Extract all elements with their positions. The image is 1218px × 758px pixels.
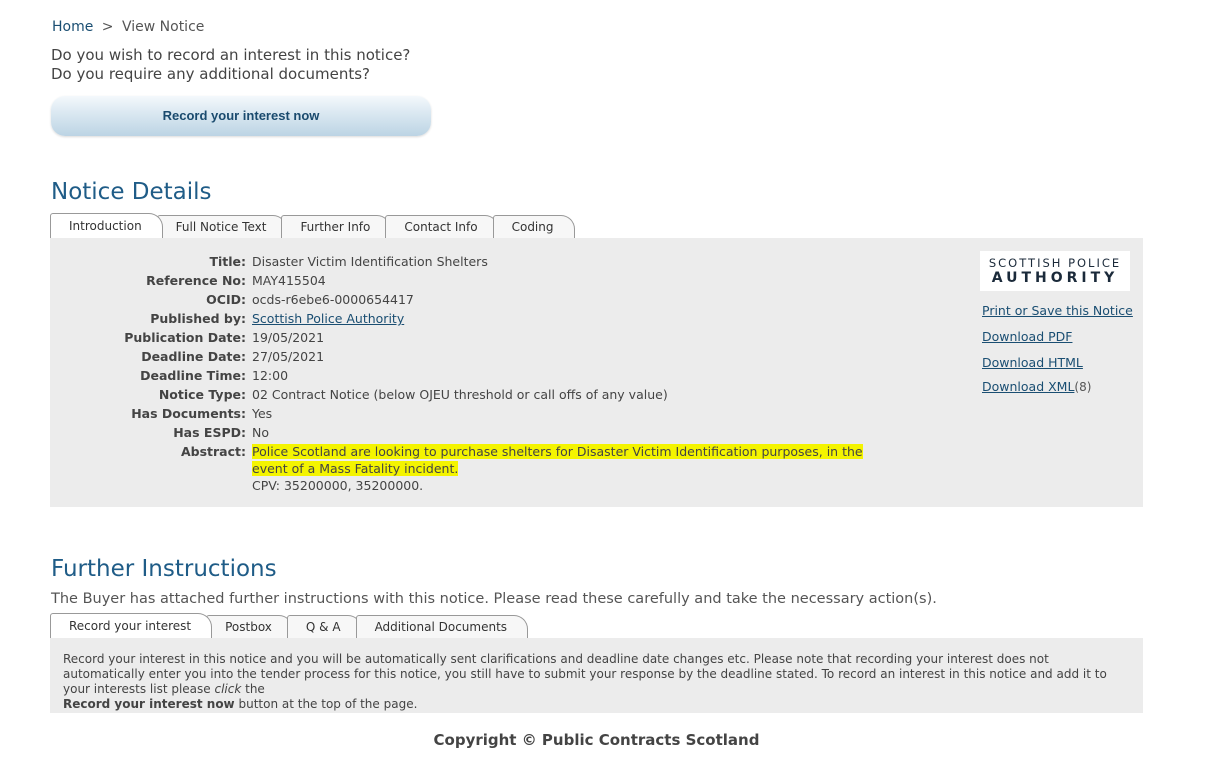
tab-coding[interactable]: Coding — [492, 215, 575, 238]
detail-label: Published by: — [150, 311, 246, 326]
xml-count: (8) — [1074, 380, 1092, 394]
detail-value: Yes — [252, 406, 273, 421]
tab-q-and-a[interactable]: Q & A — [286, 615, 362, 638]
tab-further-info[interactable]: Further Info — [281, 215, 392, 238]
further-instructions-tabs: Record your interest Postbox Q & A Addit… — [50, 613, 529, 638]
additional-documents-question: Do you require any additional documents? — [51, 65, 370, 83]
detail-value: 19/05/2021 — [252, 330, 325, 345]
detail-label: OCID: — [206, 292, 246, 307]
detail-value: No — [252, 425, 269, 440]
abstract-line-2: event of a Mass Fatality incident. — [252, 461, 459, 476]
instructions-text-3: button at the top of the page. — [234, 697, 418, 711]
record-interest-instructions: Record your interest in this notice and … — [63, 652, 1128, 712]
record-interest-button[interactable]: Record your interest now — [51, 96, 431, 136]
further-instructions-intro: The Buyer has attached further instructi… — [51, 591, 937, 607]
instructions-text-2: the — [241, 682, 265, 696]
detail-value: 12:00 — [252, 368, 289, 383]
detail-label: Title: — [209, 254, 246, 269]
copyright-footer: Copyright © Public Contracts Scotland — [433, 731, 760, 749]
tab-full-notice-text[interactable]: Full Notice Text — [156, 215, 288, 238]
notice-details-heading: Notice Details — [51, 179, 212, 205]
tab-postbox[interactable]: Postbox — [206, 615, 293, 638]
abstract-text: Police Scotland are looking to purchase … — [252, 443, 863, 494]
print-notice-link-wrap: Print or Save this Notice — [982, 303, 1133, 318]
breadcrumb-home-link[interactable]: Home — [52, 19, 93, 35]
logo-line-2: AUTHORITY — [991, 270, 1119, 286]
detail-label: Reference No: — [146, 273, 246, 288]
download-xml-link-wrap: Download XML(8) — [982, 379, 1091, 394]
further-instructions-heading: Further Instructions — [51, 556, 277, 582]
detail-label: Abstract: — [180, 444, 246, 459]
detail-label: Deadline Date: — [141, 349, 246, 364]
download-html-link[interactable]: Download HTML — [982, 355, 1083, 370]
notice-details-tabs: Introduction Full Notice Text Further In… — [50, 213, 575, 238]
detail-value: Disaster Victim Identification Shelters — [252, 254, 488, 269]
detail-label: Has ESPD: — [173, 425, 246, 440]
tab-additional-documents[interactable]: Additional Documents — [355, 615, 529, 638]
logo-line-1: SCOTTISH POLICE — [988, 256, 1122, 270]
instructions-click: click — [214, 682, 242, 696]
detail-value: MAY415504 — [252, 273, 326, 288]
detail-value: ocds-r6ebe6-0000654417 — [252, 292, 414, 307]
download-pdf-link[interactable]: Download PDF — [982, 329, 1072, 344]
detail-value: 27/05/2021 — [252, 349, 325, 364]
detail-label: Deadline Time: — [140, 368, 246, 383]
detail-value: Scottish Police Authority — [252, 309, 404, 328]
breadcrumb-current: View Notice — [121, 19, 205, 35]
instructions-button-name: Record your interest now — [63, 697, 235, 711]
publisher-link[interactable]: Scottish Police Authority — [252, 311, 404, 326]
download-html-link-wrap: Download HTML — [982, 355, 1083, 370]
record-interest-question: Do you wish to record an interest in thi… — [51, 46, 411, 64]
tab-contact-info[interactable]: Contact Info — [385, 215, 499, 238]
detail-label: Notice Type: — [158, 387, 246, 402]
abstract-line-1: Police Scotland are looking to purchase … — [252, 444, 863, 459]
tab-introduction[interactable]: Introduction — [50, 213, 163, 238]
scottish-police-authority-logo: SCOTTISH POLICE AUTHORITY — [980, 251, 1130, 291]
download-xml-link[interactable]: Download XML — [982, 379, 1074, 394]
detail-value: 02 Contract Notice (below OJEU threshold… — [252, 387, 668, 402]
download-pdf-link-wrap: Download PDF — [982, 329, 1072, 344]
cpv-codes: CPV: 35200000, 35200000. — [252, 478, 424, 493]
breadcrumb-separator: > — [101, 19, 114, 35]
breadcrumb: Home > View Notice — [52, 19, 204, 35]
tab-record-your-interest[interactable]: Record your interest — [50, 613, 213, 638]
print-save-notice-link[interactable]: Print or Save this Notice — [982, 303, 1133, 318]
detail-label: Publication Date: — [124, 330, 246, 345]
detail-label: Has Documents: — [131, 406, 246, 421]
